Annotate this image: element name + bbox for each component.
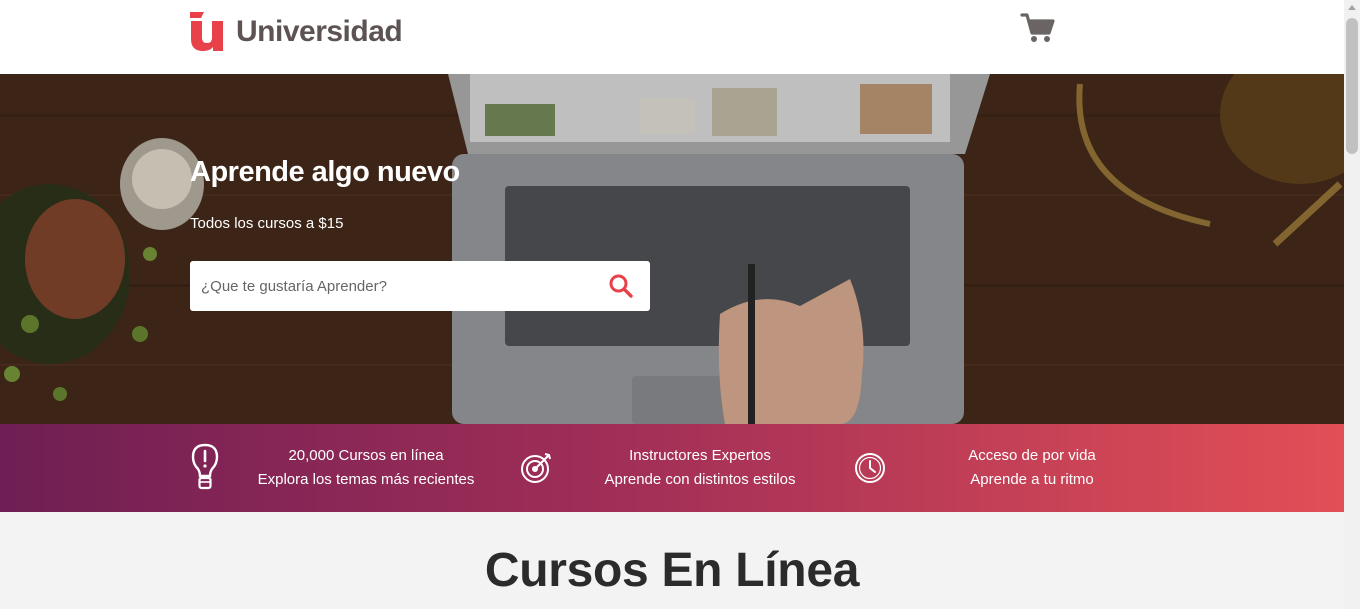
- section-title: Cursos En Línea: [484, 544, 860, 597]
- scroll-up-arrow-icon[interactable]: [1348, 5, 1356, 10]
- feature-item: Instructores Expertos Aprende con distin…: [570, 444, 830, 492]
- feature-title: Acceso de por vida: [968, 447, 1096, 464]
- shopping-cart-icon[interactable]: [1020, 12, 1056, 44]
- brand-logo[interactable]: Universidad: [190, 12, 403, 52]
- hero-overlay: [0, 74, 1344, 424]
- site-header: Universidad: [0, 0, 1344, 74]
- feature-subtitle: Aprende con distintos estilos: [604, 471, 796, 488]
- lightbulb-icon: [191, 443, 219, 490]
- feature-title: Instructores Expertos: [629, 447, 771, 464]
- search-input[interactable]: [190, 261, 590, 311]
- page-scrollbar[interactable]: [1344, 0, 1360, 609]
- feature-title: 20,000 Cursos en línea: [288, 447, 444, 464]
- u-logo-icon: [190, 12, 230, 52]
- search-icon[interactable]: [608, 273, 634, 299]
- hero-title: Aprende algo nuevo: [190, 156, 460, 188]
- page: Universidad Aprende algo nuevo Todos los…: [0, 0, 1360, 609]
- hero-subtitle: Todos los cursos a $15: [190, 215, 344, 232]
- target-icon: [521, 453, 551, 483]
- feature-subtitle: Aprende a tu ritmo: [970, 471, 1094, 488]
- feature-subtitle: Explora los temas más recientes: [257, 471, 475, 488]
- features-bar: 20,000 Cursos en línea Explora los temas…: [0, 424, 1344, 512]
- brand-name: Universidad: [236, 15, 403, 48]
- search-bar: [190, 261, 650, 311]
- feature-item: 20,000 Cursos en línea Explora los temas…: [236, 444, 496, 492]
- feature-item: Acceso de por vida Aprende a tu ritmo: [902, 444, 1162, 492]
- clock-icon: [855, 453, 885, 483]
- hero-banner: Aprende algo nuevo Todos los cursos a $1…: [0, 74, 1344, 424]
- scrollbar-thumb[interactable]: [1346, 18, 1358, 154]
